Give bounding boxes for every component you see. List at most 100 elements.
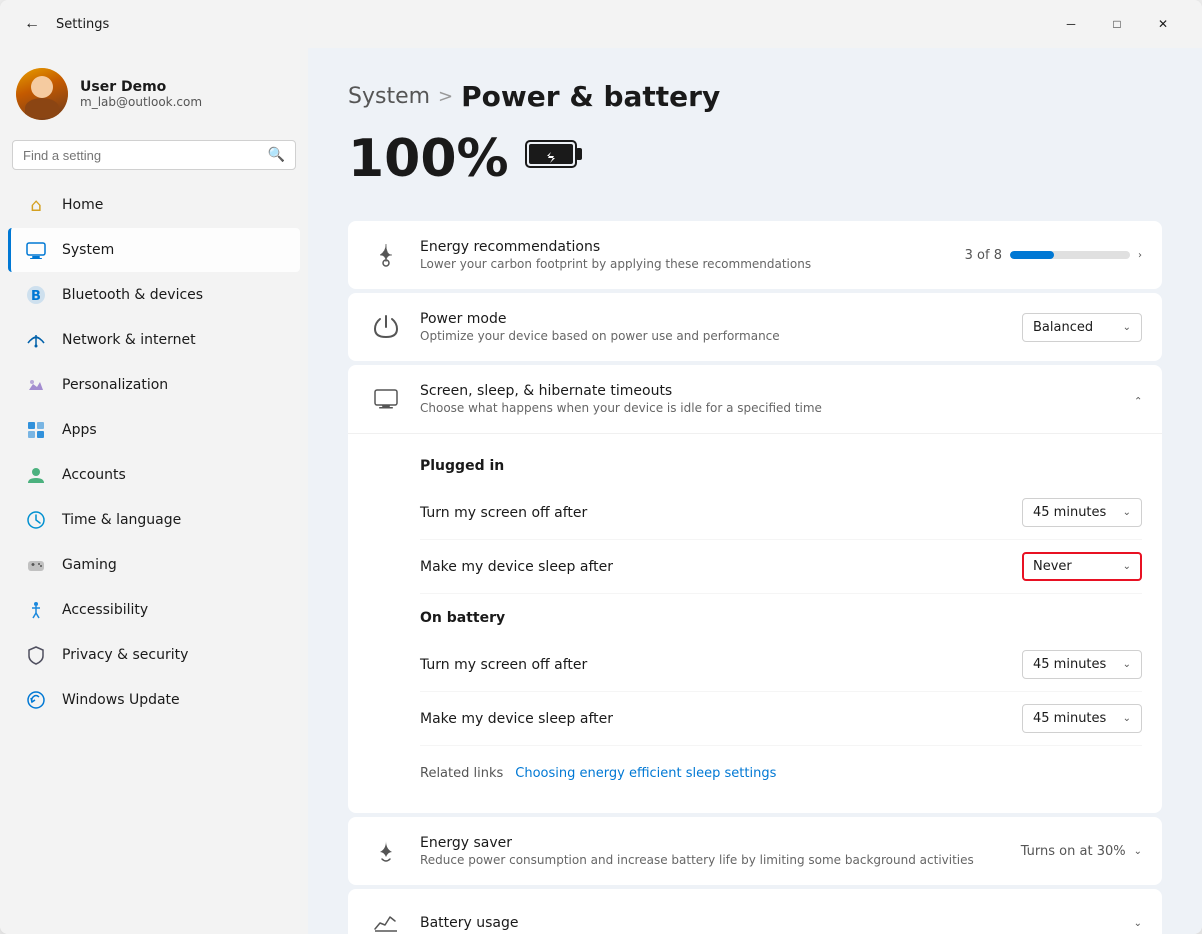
- sidebar-item-bluetooth[interactable]: B Bluetooth & devices: [8, 273, 300, 317]
- battery-usage-right: ⌄: [1134, 918, 1142, 929]
- plugged-screen-off-row: Turn my screen off after 45 minutes ⌄: [420, 486, 1142, 540]
- on-battery-title: On battery: [420, 610, 1142, 626]
- user-info: User Demo m_lab@outlook.com: [80, 79, 202, 109]
- chevron-down-icon: ⌄: [1123, 507, 1131, 518]
- window-title: Settings: [56, 17, 1048, 32]
- battery-sleep-dropdown[interactable]: 45 minutes ⌄: [1022, 704, 1142, 733]
- progress-fill: [1010, 251, 1054, 259]
- chevron-right-icon: ›: [1138, 250, 1142, 261]
- breadcrumb-separator: >: [438, 86, 453, 107]
- sidebar-item-accounts[interactable]: Accounts: [8, 453, 300, 497]
- bluetooth-icon: B: [24, 283, 48, 307]
- power-mode-icon: [368, 309, 404, 345]
- nav-menu: ⌂ Home System: [0, 183, 308, 722]
- chevron-up-icon: ⌄: [1134, 394, 1142, 405]
- sidebar-item-label: Privacy & security: [62, 647, 188, 663]
- back-button[interactable]: ←: [16, 8, 48, 40]
- user-name: User Demo: [80, 79, 202, 95]
- plugged-sleep-dropdown[interactable]: Never ⌄: [1022, 552, 1142, 581]
- plugged-screen-off-dropdown[interactable]: 45 minutes ⌄: [1022, 498, 1142, 527]
- plugged-sleep-row: Make my device sleep after Never ⌄: [420, 540, 1142, 594]
- related-links-label: Related links: [420, 766, 503, 781]
- power-mode-title: Power mode: [420, 311, 1006, 327]
- power-mode-text: Power mode Optimize your device based on…: [420, 311, 1006, 343]
- accessibility-icon: [24, 598, 48, 622]
- breadcrumb: System > Power & battery: [348, 80, 1162, 113]
- battery-screen-off-dropdown[interactable]: 45 minutes ⌄: [1022, 650, 1142, 679]
- sidebar-item-network[interactable]: Network & internet: [8, 318, 300, 362]
- search-input[interactable]: [23, 148, 260, 163]
- search-container: 🔍: [0, 136, 308, 182]
- energy-recommendations-text: Energy recommendations Lower your carbon…: [420, 239, 949, 271]
- energy-recommendations-row[interactable]: Energy recommendations Lower your carbon…: [348, 221, 1162, 289]
- screen-sleep-subtitle: Choose what happens when your device is …: [420, 401, 1118, 415]
- screen-sleep-icon: [368, 381, 404, 417]
- battery-percent: 100%: [348, 129, 509, 189]
- chevron-down-icon: ⌄: [1123, 561, 1131, 572]
- sidebar-item-label: Apps: [62, 422, 97, 438]
- gaming-icon: [24, 553, 48, 577]
- battery-usage-card: Battery usage ⌄: [348, 889, 1162, 934]
- energy-saver-text: Energy saver Reduce power consumption an…: [420, 835, 1005, 867]
- related-links: Related links Choosing energy efficient …: [420, 754, 1142, 793]
- apps-icon: [24, 418, 48, 442]
- sidebar-item-apps[interactable]: Apps: [8, 408, 300, 452]
- sidebar-item-label: Windows Update: [62, 692, 180, 708]
- battery-sleep-row: Make my device sleep after 45 minutes ⌄: [420, 692, 1142, 746]
- network-icon: [24, 328, 48, 352]
- chevron-down-icon: ⌄: [1123, 713, 1131, 724]
- screen-sleep-card: Screen, sleep, & hibernate timeouts Choo…: [348, 365, 1162, 813]
- battery-usage-text: Battery usage: [420, 915, 1118, 931]
- minimize-button[interactable]: ─: [1048, 8, 1094, 40]
- sidebar-item-accessibility[interactable]: Accessibility: [8, 588, 300, 632]
- energy-recommendations-icon: [368, 237, 404, 273]
- maximize-button[interactable]: □: [1094, 8, 1140, 40]
- energy-saver-subtitle: Reduce power consumption and increase ba…: [420, 853, 1005, 867]
- sidebar-item-home[interactable]: ⌂ Home: [8, 183, 300, 227]
- sidebar-item-update[interactable]: Windows Update: [8, 678, 300, 722]
- plugged-sleep-label: Make my device sleep after: [420, 559, 1022, 575]
- sidebar-item-privacy[interactable]: Privacy & security: [8, 633, 300, 677]
- breadcrumb-parent[interactable]: System: [348, 84, 430, 109]
- power-mode-row: Power mode Optimize your device based on…: [348, 293, 1162, 361]
- chevron-down-icon: ⌄: [1134, 918, 1142, 929]
- user-email: m_lab@outlook.com: [80, 95, 202, 109]
- screen-sleep-title: Screen, sleep, & hibernate timeouts: [420, 383, 1118, 399]
- content-area: System > Power & battery 100%: [308, 48, 1202, 934]
- close-button[interactable]: ✕: [1140, 8, 1186, 40]
- energy-saver-right: Turns on at 30% ⌄: [1021, 844, 1142, 859]
- screen-sleep-content: Plugged in Turn my screen off after 45 m…: [348, 433, 1162, 813]
- energy-recommendations-right: 3 of 8 ›: [965, 248, 1142, 263]
- sidebar-item-system[interactable]: System: [8, 228, 300, 272]
- energy-sleep-link[interactable]: Choosing energy efficient sleep settings: [515, 766, 776, 781]
- progress-bar: [1010, 251, 1130, 259]
- breadcrumb-current: Power & battery: [461, 80, 720, 113]
- power-mode-subtitle: Optimize your device based on power use …: [420, 329, 1006, 343]
- sidebar-item-time[interactable]: Time & language: [8, 498, 300, 542]
- screen-sleep-header[interactable]: Screen, sleep, & hibernate timeouts Choo…: [348, 365, 1162, 433]
- energy-saver-row[interactable]: Energy saver Reduce power consumption an…: [348, 817, 1162, 885]
- personalization-icon: [24, 373, 48, 397]
- user-profile[interactable]: User Demo m_lab@outlook.com: [0, 56, 308, 136]
- sidebar-item-personalization[interactable]: Personalization: [8, 363, 300, 407]
- sidebar-item-label: Home: [62, 197, 103, 213]
- window-controls: ─ □ ✕: [1048, 8, 1186, 40]
- plugged-in-title: Plugged in: [420, 458, 1142, 474]
- battery-usage-icon: [368, 905, 404, 934]
- sidebar-item-label: Time & language: [62, 512, 181, 528]
- sidebar-item-label: System: [62, 242, 114, 258]
- power-mode-dropdown[interactable]: Balanced ⌄: [1022, 313, 1142, 342]
- energy-recommendations-title: Energy recommendations: [420, 239, 949, 255]
- sidebar-item-label: Personalization: [62, 377, 168, 393]
- plugged-screen-off-label: Turn my screen off after: [420, 505, 1022, 521]
- battery-usage-row[interactable]: Battery usage ⌄: [348, 889, 1162, 934]
- update-icon: [24, 688, 48, 712]
- energy-saver-value: Turns on at 30%: [1021, 844, 1126, 859]
- progress-label: 3 of 8: [965, 248, 1002, 263]
- sidebar-item-gaming[interactable]: Gaming: [8, 543, 300, 587]
- energy-saver-title: Energy saver: [420, 835, 1005, 851]
- search-box[interactable]: 🔍: [12, 140, 296, 170]
- battery-usage-title: Battery usage: [420, 915, 1118, 931]
- energy-recommendations-card: Energy recommendations Lower your carbon…: [348, 221, 1162, 289]
- plugged-sleep-value: Never: [1033, 559, 1072, 574]
